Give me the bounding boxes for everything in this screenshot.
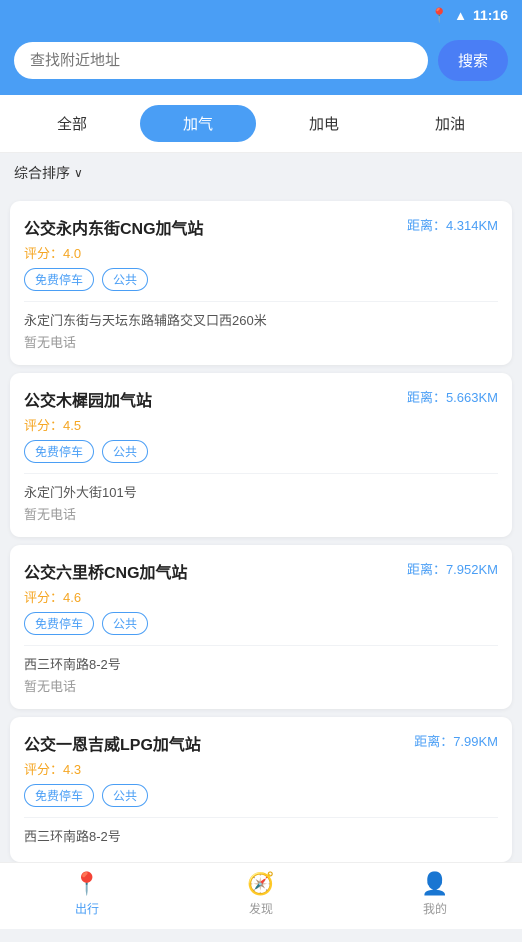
travel-icon: 📍: [73, 871, 100, 897]
header: 搜索: [0, 30, 522, 95]
nav-item-profile[interactable]: 👤 我的: [421, 871, 448, 917]
station-card[interactable]: 公交六里桥CNG加气站 距离：7.952KM 评分：4.6 免费停车 公共 西三…: [10, 545, 512, 709]
station-tags: 免费停车 公共: [24, 612, 498, 635]
station-tags: 免费停车 公共: [24, 784, 498, 807]
station-name: 公交一恩吉威LPG加气站: [24, 731, 406, 755]
station-tags: 免费停车 公共: [24, 440, 498, 463]
station-card[interactable]: 公交永内东街CNG加气站 距离：4.314KM 评分：4.0 免费停车 公共 永…: [10, 201, 512, 365]
station-address: 永定门外大街101号: [24, 482, 498, 501]
tag-free-parking: 免费停车: [24, 784, 94, 807]
station-rating: 评分：4.5: [24, 415, 498, 434]
filter-tabs: 全部 加气 加电 加油: [0, 95, 522, 153]
tab-electric[interactable]: 加电: [266, 105, 382, 142]
discover-icon: 🧭: [247, 871, 274, 897]
station-tags: 免费停车 公共: [24, 268, 498, 291]
tag-free-parking: 免费停车: [24, 440, 94, 463]
nav-item-travel[interactable]: 📍 出行: [73, 871, 100, 917]
station-card[interactable]: 公交一恩吉威LPG加气站 距离：7.99KM 评分：4.3 免费停车 公共 西三…: [10, 717, 512, 862]
search-input-wrap[interactable]: [14, 42, 428, 79]
tab-oil[interactable]: 加油: [392, 105, 508, 142]
tag-public: 公共: [102, 268, 148, 291]
station-address: 西三环南路8-2号: [24, 826, 498, 845]
tag-public: 公共: [102, 784, 148, 807]
nav-label-profile: 我的: [423, 900, 447, 917]
station-name: 公交木樨园加气站: [24, 387, 399, 411]
station-distance: 距离：7.99KM: [414, 731, 498, 750]
wifi-icon: ▲: [454, 8, 467, 23]
station-address: 永定门东街与天坛东路辅路交叉口西260米: [24, 310, 498, 329]
tag-public: 公共: [102, 612, 148, 635]
status-bar: 📍 ▲ 11:16: [0, 0, 522, 30]
station-list: 公交永内东街CNG加气站 距离：4.314KM 评分：4.0 免费停车 公共 永…: [0, 201, 522, 942]
card-divider: [24, 473, 498, 474]
station-address: 西三环南路8-2号: [24, 654, 498, 673]
sort-row[interactable]: 综合排序 ∨: [0, 153, 522, 193]
station-name: 公交六里桥CNG加气站: [24, 559, 399, 583]
status-time: 11:16: [473, 7, 508, 23]
station-phone: 暂无电话: [24, 504, 498, 523]
station-rating: 评分：4.6: [24, 587, 498, 606]
station-rating: 评分：4.3: [24, 759, 498, 778]
nav-label-discover: 发现: [249, 900, 273, 917]
station-card[interactable]: 公交木樨园加气站 距离：5.663KM 评分：4.5 免费停车 公共 永定门外大…: [10, 373, 512, 537]
station-distance: 距离：4.314KM: [407, 215, 498, 234]
station-distance: 距离：5.663KM: [407, 387, 498, 406]
nav-label-travel: 出行: [75, 900, 99, 917]
search-button[interactable]: 搜索: [438, 40, 508, 81]
card-divider: [24, 645, 498, 646]
tag-public: 公共: [102, 440, 148, 463]
station-phone: 暂无电话: [24, 332, 498, 351]
station-rating: 评分：4.0: [24, 243, 498, 262]
card-divider: [24, 301, 498, 302]
tag-free-parking: 免费停车: [24, 612, 94, 635]
sort-arrow-icon: ∨: [74, 166, 83, 180]
station-name: 公交永内东街CNG加气站: [24, 215, 399, 239]
station-distance: 距离：7.952KM: [407, 559, 498, 578]
tab-gas[interactable]: 加气: [140, 105, 256, 142]
profile-icon: 👤: [421, 871, 448, 897]
tab-all[interactable]: 全部: [14, 105, 130, 142]
tag-free-parking: 免费停车: [24, 268, 94, 291]
bottom-nav: 📍 出行 🧭 发现 👤 我的: [0, 862, 522, 929]
search-bar: 搜索: [14, 40, 508, 81]
search-input[interactable]: [30, 52, 412, 69]
sort-label: 综合排序: [14, 163, 70, 183]
nav-item-discover[interactable]: 🧭 发现: [247, 871, 274, 917]
location-icon: 📍: [431, 7, 448, 24]
station-phone: 暂无电话: [24, 676, 498, 695]
card-divider: [24, 817, 498, 818]
